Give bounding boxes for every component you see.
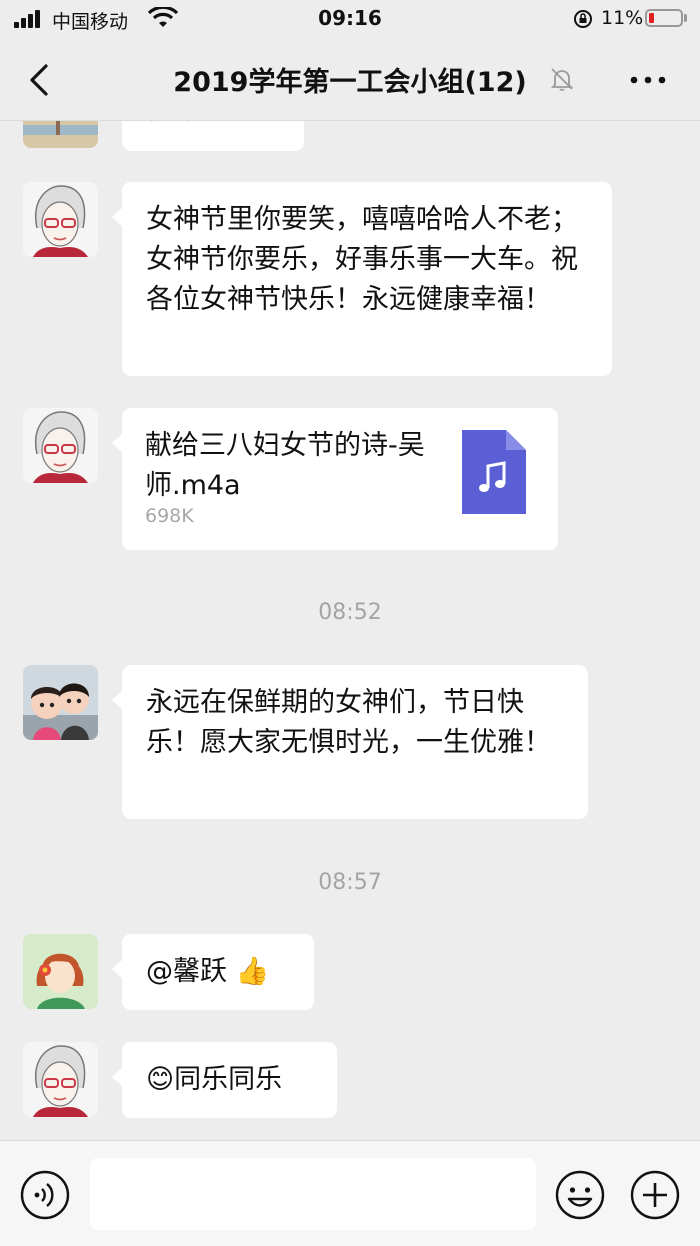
mute-bell-icon (550, 68, 574, 91)
chat-title: 2019学年第一工会小组(12) (173, 67, 527, 98)
cartoon-girl-avatar-icon (23, 934, 98, 1009)
glasses-woman-avatar-icon (23, 1042, 98, 1117)
avatar[interactable] (23, 408, 98, 483)
status-bar: 中国移动 09:16 11% (0, 0, 700, 40)
glasses-woman-avatar-icon (23, 182, 98, 257)
avatar[interactable] (23, 182, 98, 257)
file-message-bubble[interactable]: 献给三八妇女节的诗-吴师.m4a 698K (112, 408, 558, 550)
avatar[interactable] (23, 665, 98, 740)
timestamp: 08:57 (318, 870, 382, 895)
more-options-icon[interactable] (628, 70, 668, 90)
message-bubble[interactable]: 永远在保鲜期的女神们，节日快乐！愿大家无惧时光，一生优雅！ (112, 665, 588, 819)
message-input[interactable] (90, 1158, 536, 1230)
battery-percent: 11% (601, 7, 644, 29)
message-text: 优雅时光 (122, 121, 304, 149)
beach-avatar-icon (23, 121, 98, 148)
message-text: 😊同乐同乐 (146, 1064, 283, 1095)
emoji-icon[interactable] (555, 1170, 605, 1220)
chat-header: 2019学年第一工会小组(12) (0, 40, 700, 121)
message-text: @馨跃 👍 (146, 956, 270, 987)
orientation-lock-icon (574, 10, 592, 28)
message-bubble[interactable]: @馨跃 👍 (112, 934, 314, 1010)
battery-tip (684, 14, 687, 22)
file-size: 698K (145, 505, 194, 527)
music-file-icon (462, 430, 526, 514)
avatar[interactable] (23, 1042, 98, 1117)
plus-icon[interactable] (630, 1170, 680, 1220)
avatar[interactable] (23, 121, 98, 148)
message-bubble[interactable]: 😊同乐同乐 (112, 1042, 337, 1118)
battery-icon (645, 9, 683, 27)
couple-avatar-icon (23, 665, 98, 740)
file-name: 献给三八妇女节的诗-吴师.m4a (145, 430, 425, 501)
message-text: 永远在保鲜期的女神们，节日快乐！愿大家无惧时光，一生优雅！ (146, 687, 551, 758)
status-time: 09:16 (318, 6, 382, 30)
timestamp: 08:52 (318, 600, 382, 625)
avatar[interactable] (23, 934, 98, 1009)
input-bar (0, 1140, 700, 1246)
message-bubble[interactable]: 女神节里你要笑，嘻嘻哈哈人不老；女神节你要乐，好事乐事一大车。祝各位女神节快乐！… (112, 182, 612, 376)
glasses-woman-avatar-icon (23, 408, 98, 483)
chat-area[interactable]: 优雅时光 女神节里你要笑，嘻嘻哈哈人不老；女神节你要乐，好事乐事一大车。祝各位女… (0, 121, 700, 1140)
message-bubble[interactable]: 优雅时光 (122, 121, 304, 151)
message-text: 女神节里你要笑，嘻嘻哈哈人不老；女神节你要乐，好事乐事一大车。祝各位女神节快乐！… (146, 204, 578, 315)
voice-input-icon[interactable] (20, 1170, 70, 1220)
